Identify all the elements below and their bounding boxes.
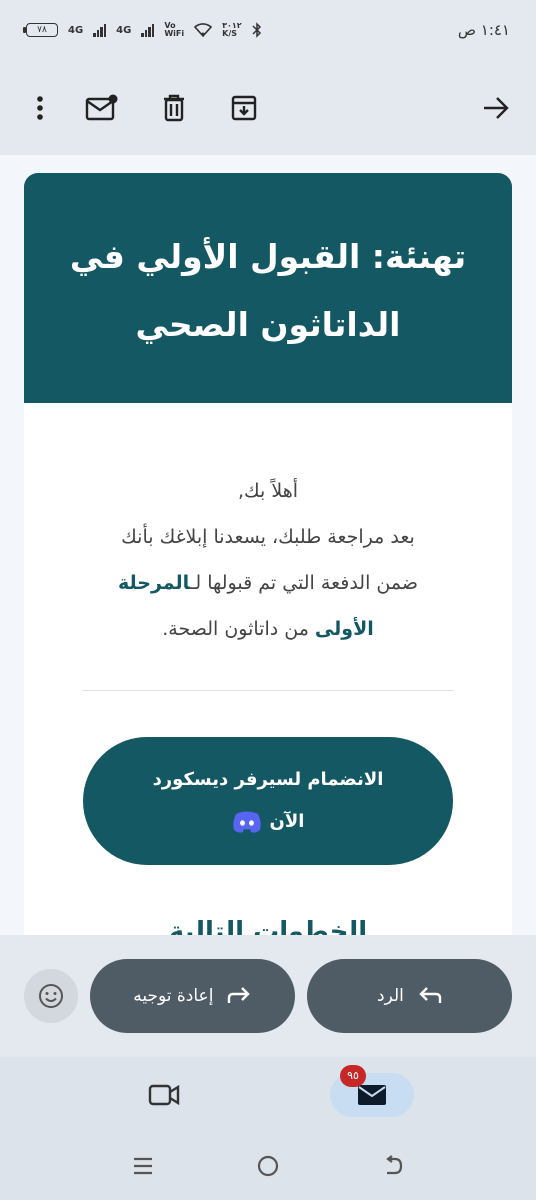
system-back-button[interactable] [373, 1146, 413, 1186]
video-camera-icon [148, 1084, 180, 1105]
email-card: تهنئة: القبول الأولي في الداتاثون الصحي … [24, 173, 512, 935]
recent-apps-button[interactable] [123, 1146, 163, 1186]
back-arrow-icon [484, 96, 509, 119]
network-type-1: 4G [68, 24, 84, 36]
body-line-3: الأولى من داتاثون الصحة. [162, 618, 374, 640]
home-button[interactable] [248, 1146, 288, 1186]
email-body-text: أهلاً بك, بعد مراجعة طلبك، يسعدنا إبلاغك… [24, 403, 512, 652]
network-type-2: 4G [116, 24, 132, 36]
battery-level: ٧٨ [37, 25, 47, 35]
emoji-reaction-button[interactable] [24, 969, 78, 1023]
next-section-heading: الخطوات التالية [168, 917, 368, 935]
nav-meet[interactable] [122, 1073, 206, 1117]
mark-unread-button[interactable] [80, 86, 124, 130]
home-circle-icon [257, 1155, 279, 1177]
greeting-line: أهلاً بك, [237, 480, 298, 502]
reply-button[interactable]: الرد [306, 959, 512, 1033]
forward-icon [228, 987, 251, 1003]
bottom-navigation: ٩٥ [0, 1057, 536, 1132]
status-icons: ٧٨ 4G 4G Vo WiFi ٣٠١٢ K/S [23, 21, 262, 38]
clock: ١:٤١ ص [457, 21, 510, 39]
wifi-icon [194, 23, 213, 37]
mark-unread-icon [85, 94, 118, 120]
discord-button-label-1: الانضمام لسيرفر ديسكورد [152, 769, 384, 790]
status-bar: ٧٨ 4G 4G Vo WiFi ٣٠١٢ K/S ١:٤١ ص [0, 0, 536, 60]
body-line-1: بعد مراجعة طلبك، يسعدنا إبلاغك بأنك [121, 526, 415, 548]
signal-icon [93, 23, 107, 37]
reply-label: الرد [377, 986, 404, 1006]
delete-button[interactable] [152, 86, 196, 130]
nav-mail[interactable]: ٩٥ [330, 1064, 414, 1117]
join-discord-button[interactable]: الانضمام لسيرفر ديسكورد الآن [83, 737, 453, 865]
more-options-button[interactable] [18, 86, 62, 130]
email-toolbar [0, 60, 536, 155]
body-line-2: ضمن الدفعة التي تم قبولها لـالمرحلة [118, 572, 418, 594]
email-content[interactable]: تهنئة: القبول الأولي في الداتاثون الصحي … [0, 155, 536, 935]
system-navigation [0, 1132, 536, 1200]
archive-button[interactable] [222, 86, 266, 130]
menu-icon [133, 1157, 152, 1175]
email-title: تهنئة: القبول الأولي في الداتاثون الصحي [69, 237, 467, 344]
more-vert-icon [37, 95, 43, 120]
email-header-banner: تهنئة: القبول الأولي في الداتاثون الصحي [24, 173, 512, 403]
reply-icon [419, 987, 442, 1003]
forward-label: إعادة توجيه [133, 986, 214, 1006]
signal-icon-2 [141, 23, 155, 37]
delete-icon [164, 94, 184, 121]
network-speed: ٣٠١٢ K/S [222, 21, 242, 38]
discord-button-label-2: الآن [269, 811, 305, 832]
forward-button[interactable]: إعادة توجيه [89, 959, 295, 1033]
back-button[interactable] [474, 86, 518, 130]
divider [83, 690, 453, 691]
unread-badge: ٩٥ [340, 1064, 366, 1087]
archive-icon [231, 95, 257, 120]
vowifi-indicator: Vo WiFi [164, 21, 185, 38]
mail-icon [358, 1084, 386, 1105]
battery-icon: ٧٨ [23, 23, 58, 37]
emoji-icon [38, 984, 63, 1008]
back-gesture-icon [386, 1155, 403, 1175]
bluetooth-icon [252, 22, 261, 38]
reply-actions: إعادة توجيه الرد [0, 935, 536, 1057]
discord-icon [232, 811, 261, 833]
